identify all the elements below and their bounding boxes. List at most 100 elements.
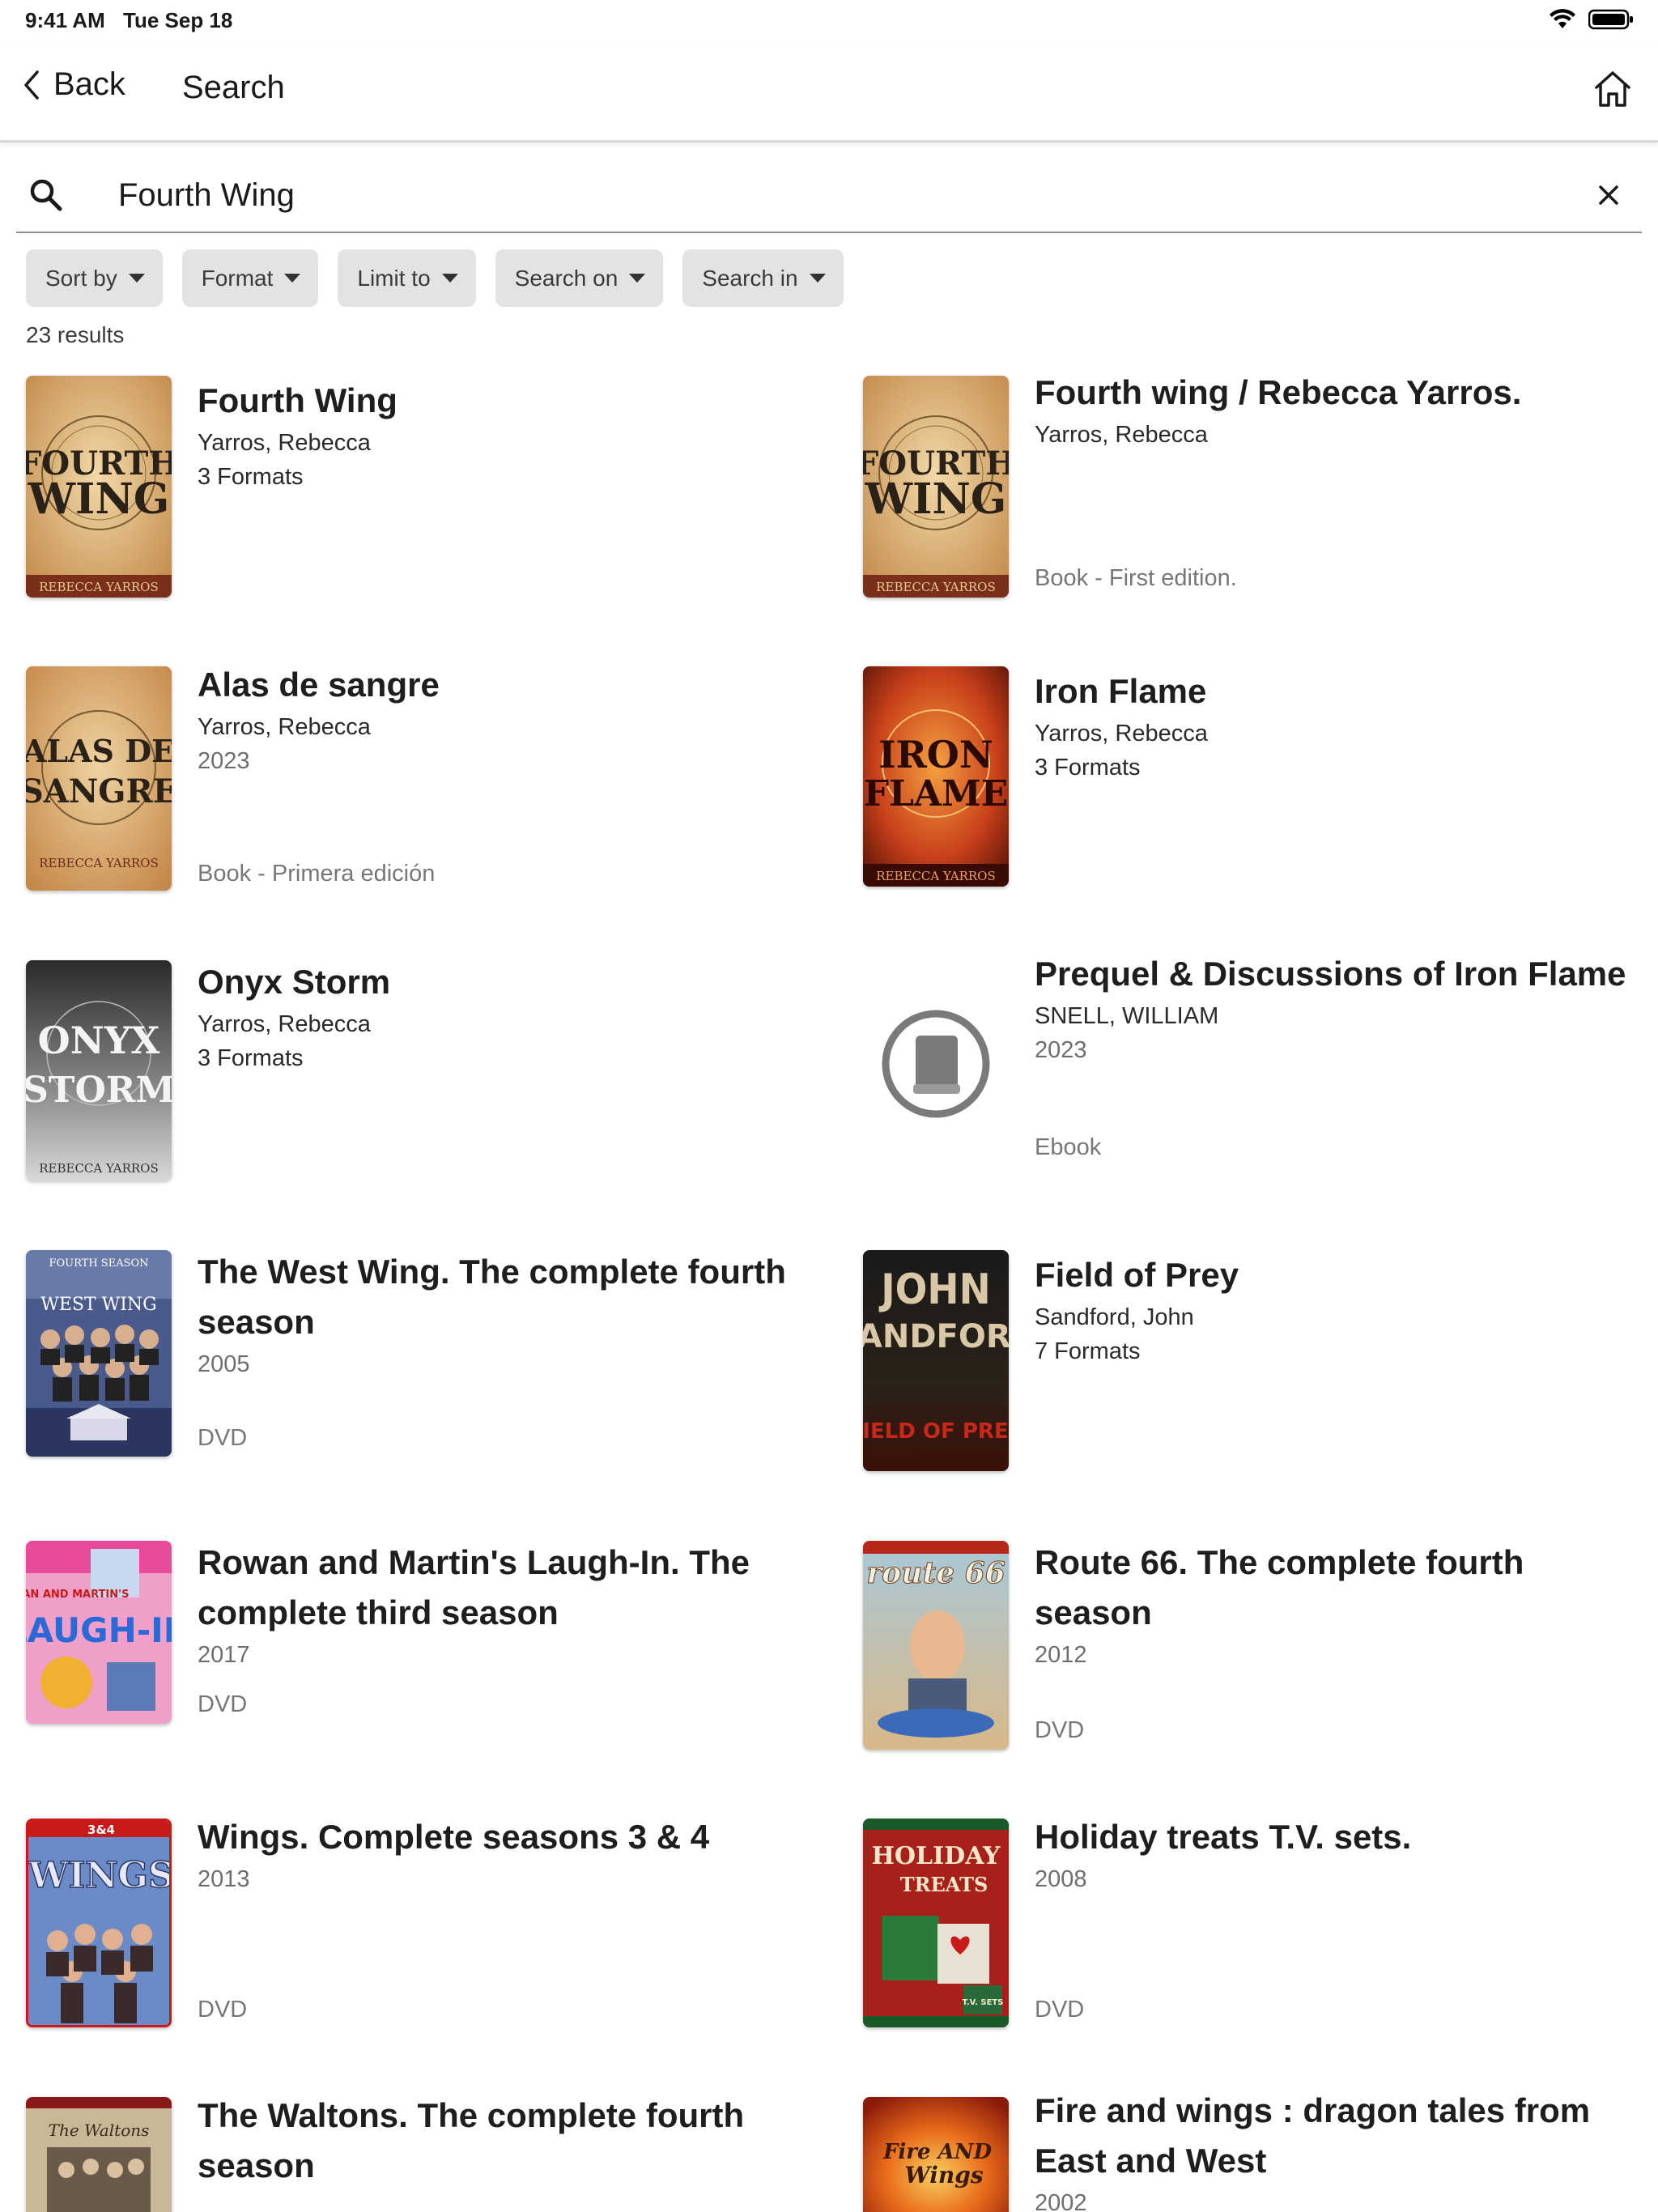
result-item[interactable]: route 66 Route 66. The complete fourth s… (863, 1541, 1656, 1750)
cover-title: LAUGH-IN (26, 1610, 172, 1650)
filter-bar: Sort by Format Limit to Search on Search… (26, 249, 844, 307)
result-title[interactable]: Iron Flame (1035, 666, 1634, 717)
navigation-bar: Back Search (0, 42, 1658, 143)
result-item[interactable]: 3&4 WINGS Wings. Complete seasons 3 & 4 … (26, 1818, 819, 2027)
book-cover[interactable]: Fire AND Wings (863, 2097, 1009, 2212)
cover-title: WING (865, 474, 1007, 524)
result-item[interactable]: ONYX STORM REBECCA YARROS Onyx Storm Yar… (26, 960, 819, 1180)
result-item[interactable]: Fire AND Wings Fire and wings : dragon t… (863, 2091, 1656, 2212)
result-item[interactable]: The Waltons The Waltons. The complete fo… (26, 2096, 819, 2212)
result-title[interactable]: The Waltons. The complete fourth season (198, 2091, 797, 2191)
back-label: Back (53, 66, 125, 102)
result-title[interactable]: Fourth wing / Rebecca Yarros. (1035, 368, 1634, 418)
result-format-type: Book - Primera edición (198, 861, 436, 887)
result-formats: 3 Formats (198, 464, 304, 490)
cover-title: WINGS (28, 1855, 172, 1896)
home-icon[interactable] (1590, 66, 1635, 112)
result-title[interactable]: Rowan and Martin's Laugh-In. The complet… (198, 1538, 797, 1638)
result-year: 2013 (198, 1866, 250, 1892)
book-cover[interactable]: FOURTH WING REBECCA YARROS (26, 376, 172, 598)
dvd-cover[interactable]: ROWAN AND MARTIN'S LAUGH-IN (26, 1541, 172, 1724)
result-item[interactable]: ROWAN AND MARTIN'S LAUGH-IN Rowan and Ma… (26, 1541, 819, 1724)
cover-title: FLAME (864, 773, 1009, 815)
result-title[interactable]: Fourth Wing (198, 376, 797, 426)
status-date: Tue Sep 18 (123, 8, 233, 32)
cover-subtitle: ROWAN AND MARTIN'S (26, 1589, 129, 1601)
caret-down-icon (809, 274, 826, 283)
dvd-cover[interactable]: HOLIDAY TREATS T.V. SETS (863, 1819, 1009, 2027)
caret-down-icon (284, 274, 301, 283)
result-year: 2008 (1035, 1866, 1087, 1892)
cover-title: TREATS (900, 1873, 988, 1896)
result-item[interactable]: IRON FLAME REBECCA YARROS Iron Flame Yar… (863, 666, 1656, 887)
cover-author: REBECCA YARROS (39, 580, 159, 594)
book-cover[interactable]: ALAS DE SANGRE REBECCA YARROS (26, 666, 172, 891)
wifi-icon (1550, 9, 1575, 28)
close-icon[interactable] (1593, 180, 1624, 211)
result-year: 2017 (198, 1642, 250, 1668)
result-title[interactable]: The West Wing. The complete fourth seaso… (198, 1247, 797, 1347)
result-formats: 3 Formats (1035, 755, 1141, 781)
book-cover[interactable]: ONYX STORM REBECCA YARROS (26, 960, 172, 1180)
caret-down-icon (128, 274, 145, 283)
cover-title: FIELD OF PREY (863, 1419, 1009, 1444)
result-item[interactable]: HOLIDAY TREATS T.V. SETS Holiday treats … (863, 1818, 1656, 2027)
result-title[interactable]: Fire and wings : dragon tales from East … (1035, 2086, 1634, 2186)
dvd-cover[interactable]: The Waltons (26, 2097, 172, 2212)
result-author: Yarros, Rebecca (198, 430, 371, 456)
cover-title: STORM (26, 1070, 172, 1111)
result-title[interactable]: Holiday treats T.V. sets. (1035, 1812, 1634, 1862)
dvd-cover[interactable]: 3&4 WINGS (26, 1819, 172, 2027)
book-cover[interactable]: JOHN SANDFORD FIELD OF PREY (863, 1250, 1009, 1471)
generic-book-icon[interactable] (863, 960, 1009, 1168)
result-year: 2023 (198, 748, 250, 774)
result-item[interactable]: JOHN SANDFORD FIELD OF PREY Field of Pre… (863, 1250, 1656, 1471)
format-dropdown[interactable]: Format (181, 249, 319, 307)
dvd-cover[interactable]: route 66 (863, 1541, 1009, 1750)
sort-by-dropdown[interactable]: Sort by (26, 249, 163, 307)
result-year: 2002 (1035, 2190, 1087, 2212)
result-item[interactable]: ALAS DE SANGRE REBECCA YARROS Alas de sa… (26, 666, 819, 891)
chip-label: Search in (702, 265, 798, 291)
caret-down-icon (629, 274, 646, 283)
cover-author: REBECCA YARROS (39, 856, 159, 870)
result-title[interactable]: Prequel & Discussions of Iron Flame (1035, 949, 1634, 999)
result-author: Yarros, Rebecca (198, 1011, 371, 1037)
back-button[interactable]: Back (23, 66, 125, 103)
search-input[interactable] (118, 170, 1543, 220)
result-title[interactable]: Alas de sangre (198, 660, 797, 710)
result-formats: 3 Formats (198, 1045, 304, 1071)
book-cover[interactable]: IRON FLAME REBECCA YARROS (863, 666, 1009, 887)
cover-title: IRON (878, 733, 993, 776)
search-icon[interactable] (28, 177, 65, 214)
result-item[interactable]: FOURTH WING REBECCA YARROS Fourth Wing Y… (26, 376, 819, 598)
result-title[interactable]: Onyx Storm (198, 957, 797, 1007)
cover-author: REBECCA YARROS (39, 1161, 159, 1176)
result-title[interactable]: Field of Prey (1035, 1250, 1634, 1300)
book-cover[interactable]: FOURTH WING REBECCA YARROS (863, 376, 1009, 598)
limit-to-dropdown[interactable]: Limit to (338, 249, 476, 307)
result-item[interactable]: FOURTH SEASON WEST WING The West Wing. T… (26, 1250, 819, 1457)
search-in-dropdown[interactable]: Search in (682, 249, 844, 307)
result-year: 2023 (1035, 1037, 1087, 1063)
result-title[interactable]: Wings. Complete seasons 3 & 4 (198, 1812, 797, 1862)
cover-title: WING (28, 474, 170, 524)
search-on-dropdown[interactable]: Search on (495, 249, 664, 307)
chip-label: Search on (514, 265, 619, 291)
result-item[interactable]: Prequel & Discussions of Iron Flame SNEL… (863, 952, 1656, 1171)
dvd-cover[interactable]: FOURTH SEASON WEST WING (26, 1250, 172, 1457)
cover-title: Wings (904, 2162, 984, 2189)
result-title[interactable]: Route 66. The complete fourth season (1035, 1538, 1634, 1638)
result-item[interactable]: FOURTH WING REBECCA YARROS Fourth wing /… (863, 373, 1656, 598)
search-bar (16, 162, 1642, 233)
result-format-type: DVD (1035, 1997, 1085, 2023)
result-format-type: DVD (1035, 1717, 1085, 1743)
chevron-left-icon (24, 70, 39, 100)
battery-icon (1588, 9, 1633, 30)
cover-title: ONYX (38, 1019, 160, 1062)
chip-label: Limit to (357, 265, 431, 291)
cover-title: Fire AND (882, 2140, 993, 2164)
result-formats: 7 Formats (1035, 1338, 1141, 1364)
page-title: Search (182, 70, 285, 105)
cover-subtitle: FOURTH SEASON (49, 1257, 148, 1270)
